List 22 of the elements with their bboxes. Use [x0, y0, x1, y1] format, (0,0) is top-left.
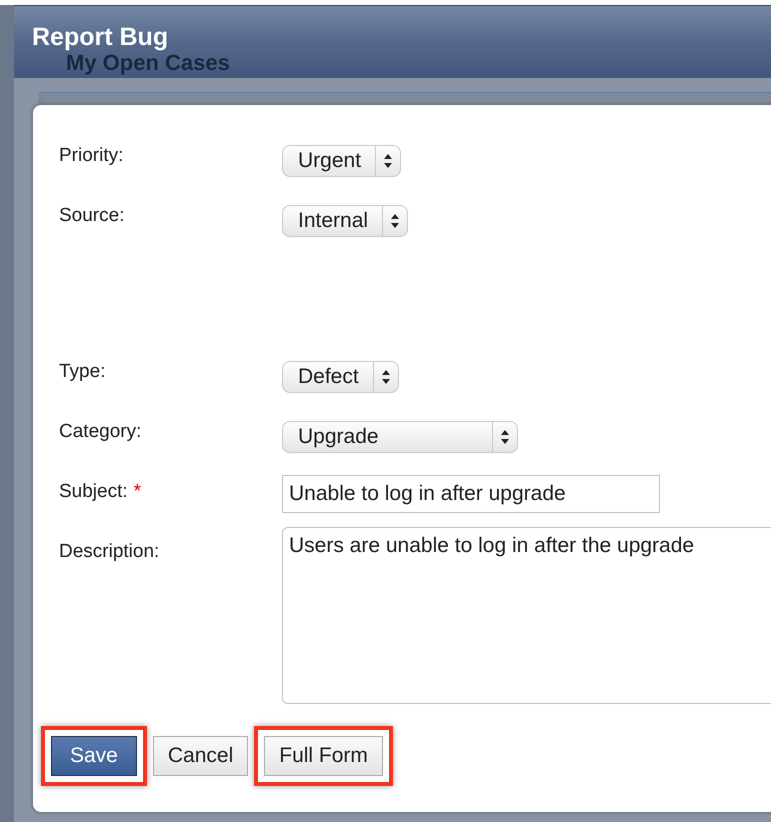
- field-label: Type:: [59, 360, 106, 382]
- up-down-arrows-icon: [380, 369, 391, 385]
- form-button[interactable]: Cancel: [152, 736, 248, 776]
- dropdown[interactable]: Upgrade: [282, 421, 518, 453]
- subject-field[interactable]: Unable to log in after upgrade: [282, 475, 660, 513]
- description-field[interactable]: Users are unable to log in after the upgrade: [282, 527, 771, 704]
- dropdown[interactable]: Defect: [282, 361, 399, 393]
- save-button[interactable]: Save: [51, 736, 137, 776]
- up-down-arrows-icon: [390, 213, 400, 229]
- field-label: Source:: [59, 204, 124, 226]
- dropdown[interactable]: Internal: [282, 205, 408, 237]
- field-label: Description:: [59, 540, 160, 562]
- field-label: Category:: [59, 420, 142, 442]
- field-label: Priority:: [59, 144, 124, 166]
- field-label: Subject:: [59, 480, 128, 502]
- required-mark: *: [134, 480, 142, 502]
- dialog-title: Report Bug: [32, 22, 168, 52]
- up-down-arrows-icon: [383, 153, 394, 169]
- panel-title: My Open Cases: [66, 50, 230, 76]
- dropdown[interactable]: Urgent: [282, 145, 402, 177]
- up-down-arrows-icon: [500, 429, 510, 445]
- form-button[interactable]: Full Form: [264, 736, 383, 776]
